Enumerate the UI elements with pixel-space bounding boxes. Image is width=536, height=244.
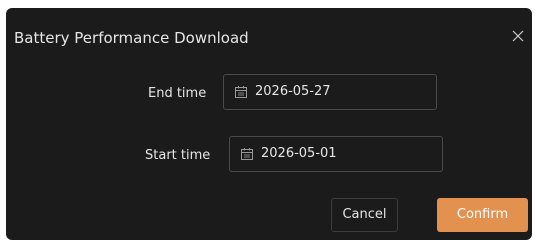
dialog-title: Battery Performance Download xyxy=(14,29,249,47)
end-time-value: 2026-05-27 xyxy=(255,84,331,99)
calendar-icon xyxy=(234,85,248,99)
download-dialog: Battery Performance Download End time 20… xyxy=(6,8,532,240)
close-icon[interactable] xyxy=(510,28,526,44)
cancel-button[interactable]: Cancel xyxy=(331,198,398,232)
end-time-field[interactable]: 2026-05-27 xyxy=(223,74,437,110)
start-time-value: 2026-05-01 xyxy=(261,146,337,161)
end-time-label: End time xyxy=(148,86,207,101)
confirm-button[interactable]: Confirm xyxy=(437,198,528,232)
calendar-icon xyxy=(240,147,254,161)
start-time-label: Start time xyxy=(145,148,211,163)
start-time-field[interactable]: 2026-05-01 xyxy=(229,136,443,172)
